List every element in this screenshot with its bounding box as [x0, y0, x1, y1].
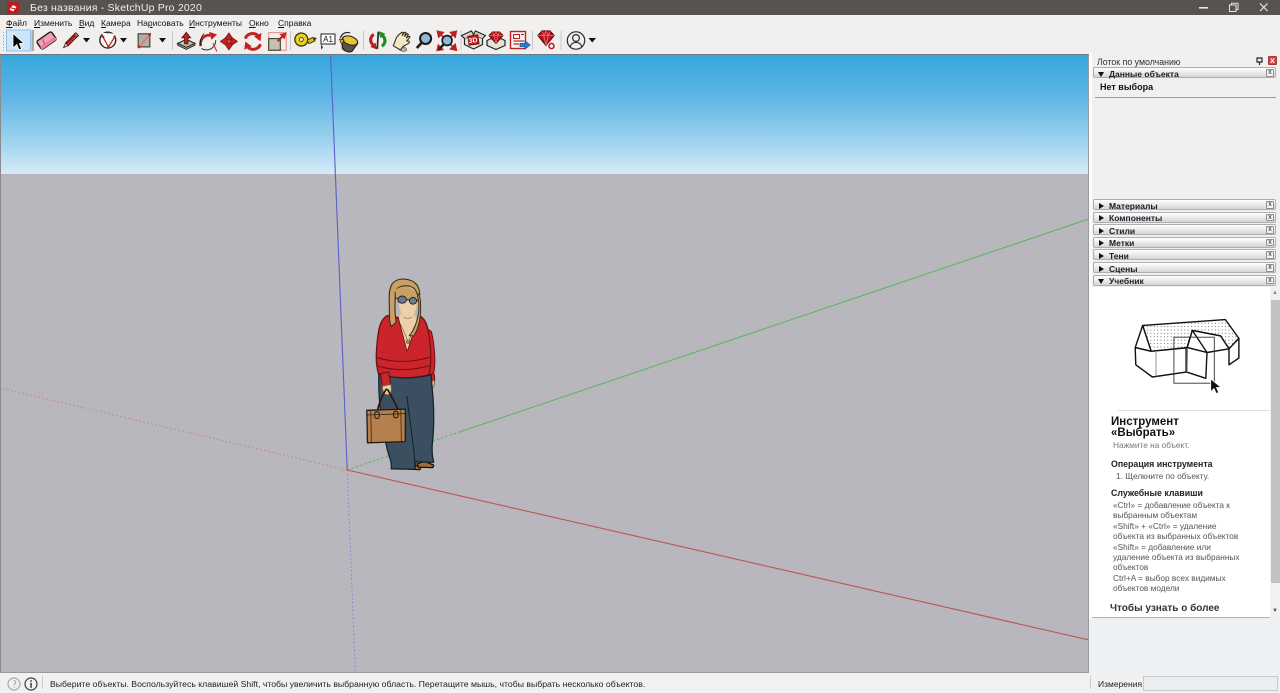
svg-text:3D: 3D — [468, 37, 478, 45]
svg-text:A1: A1 — [323, 35, 333, 44]
